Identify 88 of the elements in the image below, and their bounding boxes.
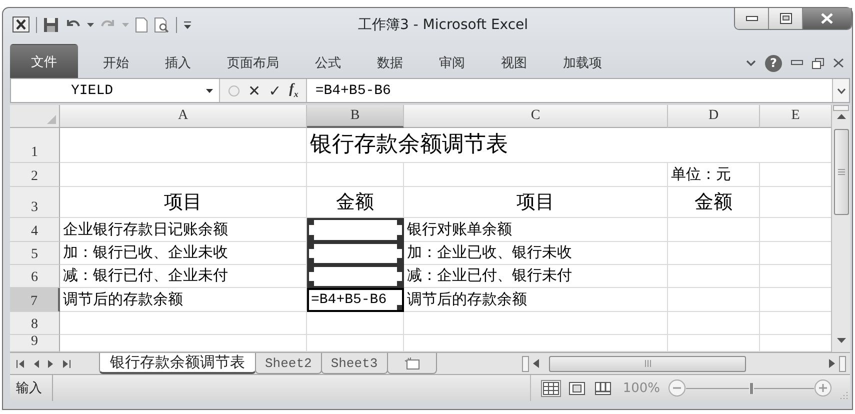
new-document-icon[interactable]	[135, 16, 148, 32]
customize-menu-icon[interactable]	[183, 19, 192, 30]
column-header[interactable]: D	[668, 105, 760, 128]
ribbon-tab[interactable]: 视图	[484, 47, 544, 78]
new-sheet-icon	[404, 356, 420, 370]
page-break-icon	[594, 382, 611, 394]
table-cell[interactable]: 加：企业已收、银行未收	[404, 242, 668, 265]
table-cell[interactable]: 项目	[60, 187, 307, 218]
print-preview-icon[interactable]	[154, 16, 170, 32]
ribbon-tab[interactable]: 审阅	[422, 47, 482, 78]
grip-icon	[644, 360, 650, 367]
caret-icon[interactable]	[87, 22, 94, 26]
scroll-up-icon[interactable]	[836, 113, 846, 119]
ribbon-tab[interactable]: 插入	[148, 47, 208, 78]
scroll-down-icon[interactable]	[836, 338, 846, 344]
resize-grip-icon[interactable]	[840, 391, 848, 399]
scroll-left-icon[interactable]	[533, 359, 539, 368]
column-header[interactable]: B	[307, 105, 404, 128]
first-sheet-icon[interactable]	[16, 360, 24, 368]
chevron-icon[interactable]	[746, 60, 756, 66]
column-header[interactable]: A	[60, 105, 307, 128]
file-tab[interactable]: 文件	[10, 44, 78, 78]
table-cell[interactable]	[307, 218, 404, 242]
ribbon-tab[interactable]: 页面布局	[210, 47, 296, 78]
row-header[interactable]: 3	[10, 187, 60, 218]
table-cell[interactable]: 调节后的存款余额	[60, 288, 307, 312]
next-sheet-icon[interactable]	[48, 360, 54, 368]
table-cell[interactable]: 加：银行已收、企业未收	[60, 242, 307, 265]
select-all-icon[interactable]	[47, 115, 56, 124]
row-header[interactable]: 5	[10, 242, 60, 265]
page-layout-icon	[568, 382, 585, 394]
normal-view-button[interactable]	[540, 380, 561, 396]
table-cell[interactable]	[307, 265, 404, 288]
caret-icon	[122, 22, 129, 26]
status-mode: 输入	[10, 375, 53, 401]
row-header[interactable]: 2	[10, 163, 60, 187]
table-cell[interactable]: 减：银行已付、企业未付	[60, 265, 307, 288]
ribbon-tab[interactable]: 数据	[360, 47, 420, 78]
row-header[interactable]: 4	[10, 218, 60, 242]
scroll-right-icon[interactable]	[829, 359, 835, 368]
window-title: 工作簿3 - Microsoft Excel	[356, 16, 530, 34]
table-cell[interactable]: 银行对账单余额	[404, 218, 668, 242]
minimize-icon	[746, 16, 758, 22]
column-header[interactable]: C	[404, 105, 668, 128]
previous-sheet-icon[interactable]	[33, 360, 39, 368]
split-box[interactable]	[839, 356, 846, 372]
restore-icon[interactable]	[812, 58, 824, 68]
table-cell[interactable]: 减：企业已付、银行未付	[404, 265, 668, 288]
table-cell[interactable]: 单位：元	[668, 163, 760, 187]
split-box[interactable]	[522, 356, 529, 372]
zoom-in-icon[interactable]	[814, 379, 832, 397]
close-icon[interactable]	[833, 58, 844, 68]
table-cell[interactable]: 金额	[307, 187, 404, 218]
maximize-button[interactable]	[769, 8, 803, 29]
row-header[interactable]: 6	[10, 265, 60, 288]
close-button[interactable]	[803, 8, 851, 29]
row-header[interactable]: 8	[10, 312, 60, 335]
normal-view-icon	[542, 382, 559, 394]
grip-icon	[838, 169, 844, 175]
ribbon-tab[interactable]: 开始	[86, 47, 146, 78]
page-break-button[interactable]	[592, 380, 613, 396]
table-cell[interactable]	[307, 242, 404, 265]
row-header[interactable]: 7	[10, 288, 60, 312]
sheet-tab[interactable]: 银行存款余额调节表	[99, 353, 256, 374]
scrollbar-thumb[interactable]	[549, 356, 746, 372]
row-header[interactable]: 9	[10, 335, 60, 352]
table-cell[interactable]: 企业银行存款日记账余额	[60, 218, 307, 242]
table-cell[interactable]: 调节后的存款余额	[404, 288, 668, 312]
maximize-icon	[780, 13, 792, 24]
zoom-slider[interactable]	[686, 382, 814, 394]
spreadsheet-logo-icon[interactable]	[12, 16, 30, 33]
ribbon-tab[interactable]: 公式	[298, 47, 358, 78]
help-button[interactable]: ?	[765, 54, 782, 72]
table-cell[interactable]: =B4+B5-B6	[307, 288, 404, 312]
minimize-icon[interactable]	[791, 60, 803, 66]
row-header[interactable]: 1	[10, 128, 60, 163]
scrollbar-thumb[interactable]	[834, 129, 848, 215]
save-icon[interactable]	[43, 16, 59, 32]
table-cell[interactable]: 项目	[404, 187, 668, 218]
last-sheet-icon[interactable]	[63, 360, 71, 368]
ribbon-tab[interactable]: 加载项	[546, 47, 619, 78]
table-cell[interactable]: 金额	[668, 187, 760, 218]
page-layout-button[interactable]	[566, 380, 587, 396]
zoom-out-icon[interactable]	[668, 379, 686, 397]
column-header[interactable]: E	[760, 105, 832, 128]
close-icon	[821, 13, 833, 24]
slider-thumb[interactable]	[749, 382, 754, 394]
minimize-button[interactable]	[735, 8, 769, 29]
